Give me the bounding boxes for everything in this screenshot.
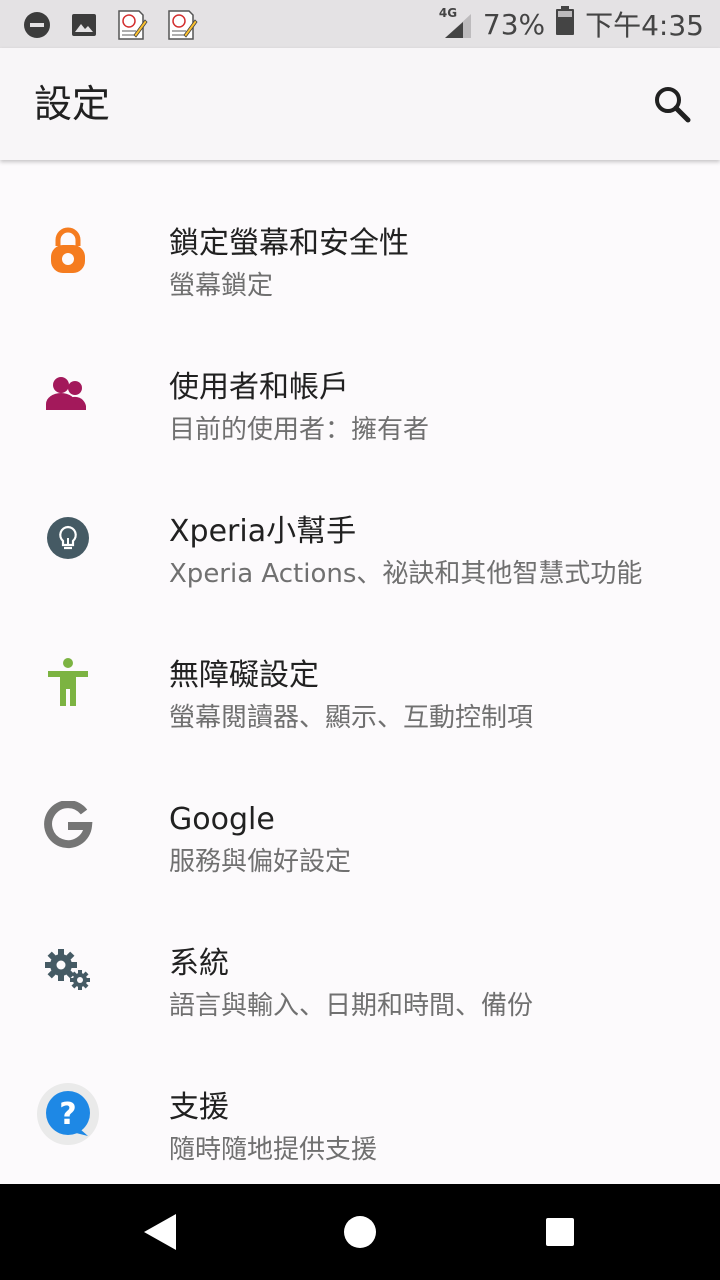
home-icon [344, 1216, 376, 1248]
item-title: Google [169, 802, 275, 837]
recents-button[interactable] [536, 1208, 584, 1256]
item-subtitle: 服務與偏好設定 [169, 847, 352, 877]
settings-item-system[interactable]: 系統 語言與輸入、日期和時間、備份 [0, 898, 720, 1042]
item-subtitle: 隨時隨地提供支援 [169, 1135, 378, 1165]
google-icon [36, 794, 100, 858]
item-title: 鎖定螢幕和安全性 [169, 226, 409, 261]
item-subtitle: 螢幕閱讀器、顯示、互動控制項 [169, 703, 534, 733]
settings-item-accessibility[interactable]: 無障礙設定 螢幕閱讀器、顯示、互動控制項 [0, 610, 720, 754]
recents-icon [546, 1218, 574, 1246]
settings-item-google[interactable]: Google 服務與偏好設定 [0, 754, 720, 898]
image-icon [70, 11, 98, 39]
accessibility-icon [36, 650, 100, 714]
note-app-icon [116, 8, 148, 42]
back-button[interactable] [136, 1208, 184, 1256]
item-title: Xperia小幫手 [169, 514, 357, 549]
search-icon [655, 87, 691, 123]
item-title: 支援 [169, 1090, 229, 1125]
status-bar: 4G 73% 下午4:35 [0, 0, 720, 48]
settings-list: 鎖定螢幕和安全性 螢幕鎖定 使用者和帳戶 目前的使用者：擁有者 Xperia小幫… [0, 160, 720, 1184]
battery-percent: 73% [482, 7, 546, 41]
signal-icon: 4G [439, 6, 473, 40]
home-button[interactable] [336, 1208, 384, 1256]
item-title: 使用者和帳戶 [169, 370, 349, 405]
item-subtitle: Xperia Actions、祕訣和其他智慧式功能 [169, 559, 643, 589]
help-icon: ? [36, 1082, 100, 1146]
lightbulb-icon [36, 506, 100, 570]
back-icon [144, 1214, 176, 1250]
item-subtitle: 目前的使用者：擁有者 [169, 415, 430, 445]
item-subtitle: 語言與輸入、日期和時間、備份 [169, 991, 534, 1021]
clock: 下午4:35 [585, 9, 704, 42]
navigation-bar [0, 1184, 720, 1280]
app-bar: 設定 [0, 48, 720, 160]
network-type-label: 4G [438, 6, 458, 20]
search-button[interactable] [648, 80, 696, 128]
note-app-icon [166, 8, 198, 42]
item-title: 無障礙設定 [169, 658, 319, 693]
battery-icon [555, 5, 575, 43]
gears-icon [36, 938, 100, 1002]
lock-icon [36, 218, 100, 282]
settings-item-users-accounts[interactable]: 使用者和帳戶 目前的使用者：擁有者 [0, 322, 720, 466]
settings-item-lock-screen[interactable]: 鎖定螢幕和安全性 螢幕鎖定 [0, 178, 720, 322]
users-icon [36, 362, 100, 426]
notification-icons [22, 9, 216, 41]
svg-text:?: ? [59, 1097, 76, 1132]
dnd-icon [22, 10, 52, 40]
settings-item-xperia-assist[interactable]: Xperia小幫手 Xperia Actions、祕訣和其他智慧式功能 [0, 466, 720, 610]
settings-item-support[interactable]: ? 支援 隨時隨地提供支援 [0, 1042, 720, 1184]
item-title: 系統 [169, 946, 229, 981]
item-subtitle: 螢幕鎖定 [169, 271, 274, 301]
page-title: 設定 [34, 82, 111, 126]
